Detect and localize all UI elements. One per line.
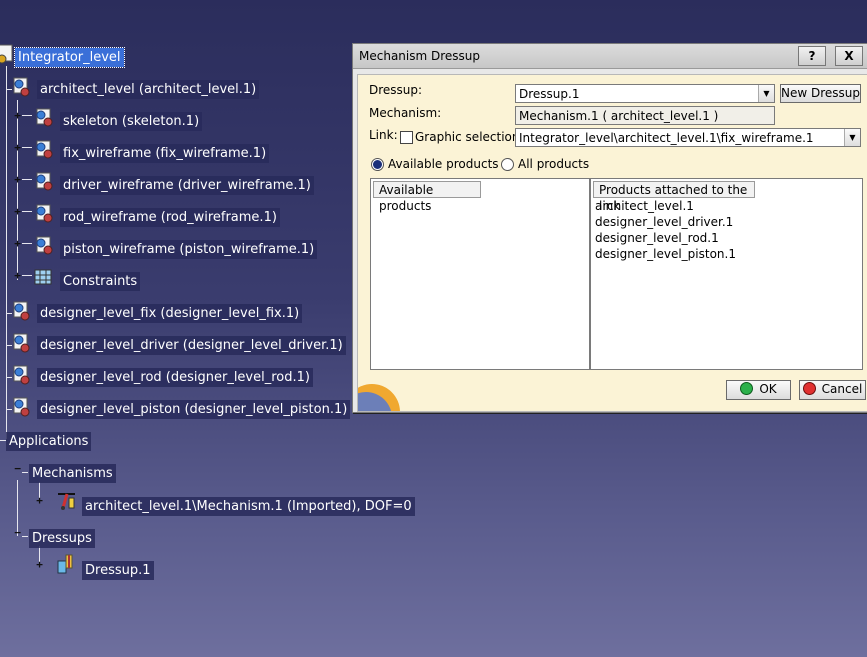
available-products-list[interactable]: Available products [370, 178, 590, 370]
tree-item-designer-driver[interactable]: designer_level_driver (designer_level_dr… [37, 335, 346, 355]
all-products-radio-label: All products [518, 157, 590, 171]
expand-icon[interactable]: + [35, 559, 44, 570]
cancel-button[interactable]: Cancel [799, 380, 866, 400]
part-icon[interactable] [33, 107, 55, 129]
ok-icon [740, 382, 754, 395]
tree-root-label[interactable]: Integrator_level [14, 46, 125, 68]
attached-products-header[interactable]: Products attached to the link [593, 181, 755, 213]
part-icon[interactable] [33, 235, 55, 257]
new-dressup-button[interactable]: New Dressup [780, 84, 861, 103]
product-icon[interactable] [10, 396, 32, 418]
dialog-titlebar[interactable]: Mechanism Dressup ? X [353, 44, 867, 69]
link-combo[interactable]: Integrator_level\architect_level.1\fix_w… [515, 128, 861, 147]
list-item[interactable]: designer_level_piston.1 [595, 247, 736, 261]
dialog-body: Dressup: Dressup.1 ▼ New Dressup Mechani… [357, 74, 867, 412]
tree-item-dressup-1[interactable]: Dressup.1 [82, 560, 154, 580]
cancel-label: Cancel [821, 382, 863, 396]
part-icon[interactable] [33, 171, 55, 193]
expand-icon[interactable]: + [13, 206, 22, 217]
expand-icon[interactable]: + [13, 142, 22, 153]
tree-item-architect[interactable]: architect_level (architect_level.1) [37, 79, 260, 99]
dressup-icon[interactable] [55, 552, 77, 574]
part-icon[interactable] [33, 203, 55, 225]
mechanism-label: Mechanism: [369, 106, 442, 120]
available-products-radio-label: Available products [388, 157, 499, 171]
tree-item-designer-rod[interactable]: designer_level_rod (designer_level_rod.1… [37, 367, 313, 387]
expand-icon[interactable]: + [13, 238, 22, 249]
available-products-header[interactable]: Available products [373, 181, 481, 213]
tree-item-mechanisms[interactable]: Mechanisms [29, 463, 116, 483]
tree-item-mechanism-1[interactable]: architect_level.1\Mechanism.1 (Imported)… [82, 496, 415, 516]
tree-line [17, 100, 18, 280]
product-icon[interactable] [10, 364, 32, 386]
graphic-selection-label: Graphic selection [415, 130, 520, 144]
constraints-icon[interactable] [33, 266, 55, 288]
dialog-title: Mechanism Dressup [359, 49, 481, 63]
available-products-radio[interactable] [371, 158, 384, 171]
tree-item-constraints[interactable]: Constraints [60, 271, 141, 291]
tree-item-applications[interactable]: Applications [6, 431, 92, 451]
expand-icon[interactable]: + [13, 270, 22, 281]
dressup-label: Dressup: [369, 83, 423, 97]
close-button[interactable]: X [835, 46, 863, 66]
tree-item-rod-wireframe[interactable]: rod_wireframe (rod_wireframe.1) [60, 207, 280, 227]
tree-item-designer-piston[interactable]: designer_level_piston (designer_level_pi… [37, 399, 351, 419]
product-icon[interactable] [10, 332, 32, 354]
help-button[interactable]: ? [798, 46, 826, 66]
link-label: Link: [369, 128, 398, 142]
tree-item-dressups[interactable]: Dressups [29, 528, 95, 548]
collapse-icon[interactable]: − [13, 463, 22, 474]
attached-products-list[interactable]: Products attached to the link architect_… [590, 178, 863, 370]
ok-button[interactable]: OK [726, 380, 791, 400]
mechanism-icon[interactable] [55, 488, 77, 510]
list-item[interactable]: designer_level_rod.1 [595, 231, 719, 245]
catia-logo [358, 372, 406, 411]
dressup-value: Dressup.1 [519, 87, 580, 101]
mechanism-dressup-dialog: Mechanism Dressup ? X Dressup: Dressup.1… [352, 43, 867, 413]
tree-line [6, 66, 7, 439]
link-value: Integrator_level\architect_level.1\fix_w… [519, 131, 814, 145]
dressup-combo[interactable]: Dressup.1 ▼ [515, 84, 775, 103]
part-icon[interactable] [33, 139, 55, 161]
tree-item-driver-wireframe[interactable]: driver_wireframe (driver_wireframe.1) [60, 175, 314, 195]
product-icon[interactable] [10, 76, 32, 98]
chevron-down-icon[interactable]: ▼ [844, 129, 860, 146]
ok-label: OK [759, 382, 777, 396]
list-item[interactable]: designer_level_driver.1 [595, 215, 733, 229]
expand-icon[interactable]: + [13, 174, 22, 185]
tree-item-designer-fix[interactable]: designer_level_fix (designer_level_fix.1… [37, 303, 303, 323]
graphic-selection-checkbox[interactable] [400, 131, 413, 144]
chevron-down-icon[interactable]: ▼ [758, 85, 774, 102]
list-item[interactable]: architect_level.1 [595, 199, 694, 213]
cancel-icon [802, 382, 816, 395]
collapse-icon[interactable]: − [13, 527, 22, 538]
expand-icon[interactable]: + [35, 495, 44, 506]
expand-icon[interactable]: + [13, 110, 22, 121]
all-products-radio[interactable] [501, 158, 514, 171]
mechanism-value: Mechanism.1 ( architect_level.1 ) [519, 109, 719, 123]
mechanism-field: Mechanism.1 ( architect_level.1 ) [515, 106, 775, 125]
tree-item-skeleton[interactable]: skeleton (skeleton.1) [60, 111, 203, 131]
tree-item-fix-wireframe[interactable]: fix_wireframe (fix_wireframe.1) [60, 143, 270, 163]
tree-item-piston-wireframe[interactable]: piston_wireframe (piston_wireframe.1) [60, 239, 318, 259]
product-icon[interactable] [10, 300, 32, 322]
